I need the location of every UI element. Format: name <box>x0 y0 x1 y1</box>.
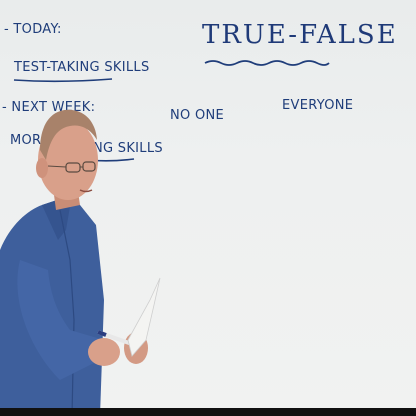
left-hand <box>88 338 120 366</box>
underline-test-taking <box>13 78 113 83</box>
video-frame: - TODAY: TEST-TAKING SKILLS - NEXT WEEK:… <box>0 0 416 416</box>
letterbox-bar <box>0 408 416 416</box>
scene-illustration <box>0 60 330 416</box>
title-wavy-underline <box>204 60 330 66</box>
